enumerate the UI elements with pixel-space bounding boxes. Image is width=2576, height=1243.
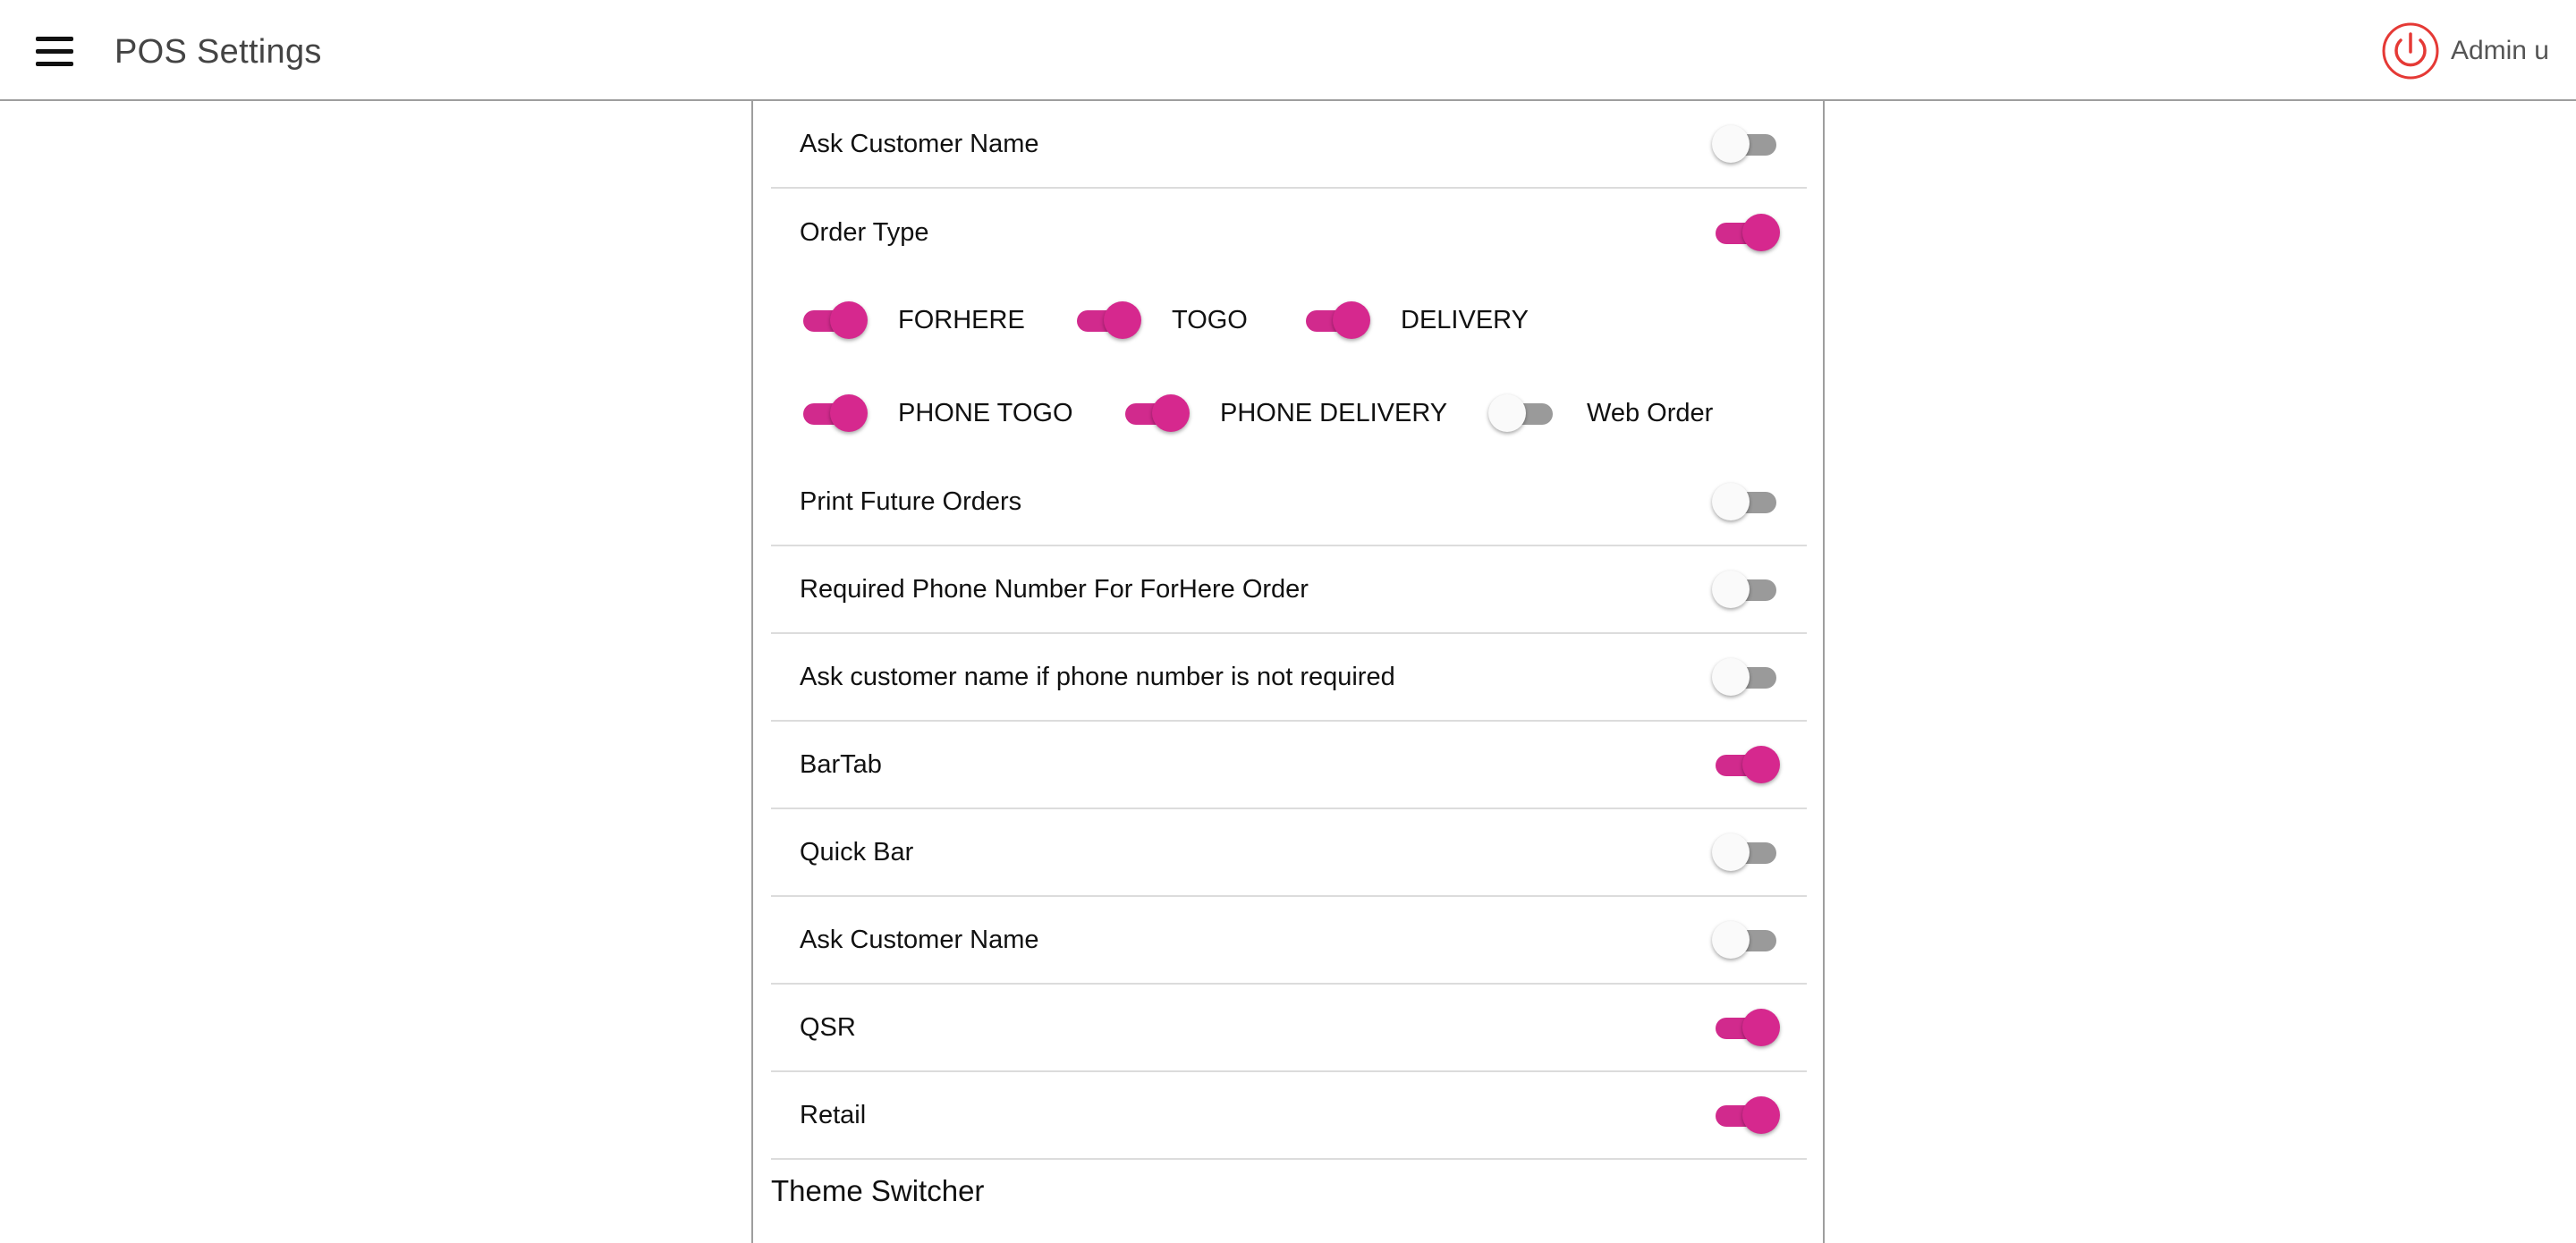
option-label: TOGO — [1172, 305, 1248, 334]
top-app-bar: POS Settings Admin u — [0, 0, 2576, 101]
delivery-toggle[interactable] — [1302, 300, 1370, 340]
order-option-web-order: Web Order — [1488, 393, 1713, 433]
user-area: Admin u — [2381, 21, 2549, 80]
setting-row-print-future-orders: Print Future Orders — [771, 459, 1807, 546]
settings-panel: Ask Customer Name Order Type FORHERE TOG… — [751, 101, 1825, 1243]
setting-row-bartab: BarTab — [771, 722, 1807, 809]
phone-delivery-toggle[interactable] — [1122, 393, 1190, 433]
order-type-options-row-1: FORHERE TOGO DELIVERY — [771, 276, 1807, 364]
setting-label: Order Type — [800, 217, 929, 247]
option-label: PHONE TOGO — [898, 398, 1073, 427]
hamburger-menu-icon[interactable] — [36, 29, 80, 73]
setting-label: Ask Customer Name — [800, 925, 1039, 954]
setting-label: QSR — [800, 1012, 856, 1042]
setting-label: Print Future Orders — [800, 486, 1022, 516]
setting-row-ask-customer-name-2: Ask Customer Name — [771, 897, 1807, 985]
web-order-toggle[interactable] — [1488, 393, 1556, 433]
setting-row-quick-bar: Quick Bar — [771, 809, 1807, 897]
setting-row-order-type: Order Type — [771, 189, 1807, 276]
option-label: DELIVERY — [1401, 305, 1529, 334]
forhere-toggle[interactable] — [800, 300, 868, 340]
menu-line — [36, 36, 73, 41]
setting-label: BarTab — [800, 749, 882, 779]
setting-row-required-phone: Required Phone Number For ForHere Order — [771, 546, 1807, 634]
ask-customer-name-toggle[interactable] — [1712, 124, 1780, 164]
ask-customer-name-2-toggle[interactable] — [1712, 920, 1780, 960]
setting-label: Required Phone Number For ForHere Order — [800, 574, 1309, 604]
qsr-toggle[interactable] — [1712, 1008, 1780, 1047]
setting-row-ask-name-if-no-phone: Ask customer name if phone number is not… — [771, 634, 1807, 722]
theme-switcher-heading: Theme Switcher — [771, 1174, 985, 1207]
order-option-phone-togo: PHONE TOGO — [800, 393, 1073, 433]
print-future-orders-toggle[interactable] — [1712, 482, 1780, 521]
setting-label: Quick Bar — [800, 837, 914, 867]
setting-label: Ask customer name if phone number is not… — [800, 662, 1395, 691]
setting-row-retail: Retail — [771, 1072, 1807, 1160]
setting-label: Retail — [800, 1100, 867, 1129]
order-type-options-row-2: PHONE TOGO PHONE DELIVERY Web Order — [771, 369, 1807, 457]
order-option-forhere: FORHERE — [800, 300, 1025, 340]
option-label: PHONE DELIVERY — [1220, 398, 1448, 427]
phone-togo-toggle[interactable] — [800, 393, 868, 433]
bartab-toggle[interactable] — [1712, 745, 1780, 784]
order-option-phone-delivery: PHONE DELIVERY — [1122, 393, 1447, 433]
page-title: POS Settings — [114, 33, 322, 71]
user-name[interactable]: Admin u — [2451, 36, 2549, 66]
power-icon[interactable] — [2381, 21, 2440, 80]
menu-line — [36, 48, 73, 54]
required-phone-toggle[interactable] — [1712, 570, 1780, 609]
setting-row-qsr: QSR — [771, 985, 1807, 1072]
option-label: Web Order — [1587, 398, 1714, 427]
order-option-togo: TOGO — [1073, 300, 1248, 340]
quick-bar-toggle[interactable] — [1712, 833, 1780, 872]
option-label: FORHERE — [898, 305, 1025, 334]
ask-name-if-no-phone-toggle[interactable] — [1712, 657, 1780, 697]
togo-toggle[interactable] — [1073, 300, 1141, 340]
setting-row-ask-customer-name: Ask Customer Name — [771, 101, 1807, 189]
order-option-delivery: DELIVERY — [1302, 300, 1529, 340]
menu-line — [36, 61, 73, 66]
retail-toggle[interactable] — [1712, 1095, 1780, 1135]
setting-label: Ask Customer Name — [800, 129, 1039, 158]
order-type-toggle[interactable] — [1712, 213, 1780, 252]
